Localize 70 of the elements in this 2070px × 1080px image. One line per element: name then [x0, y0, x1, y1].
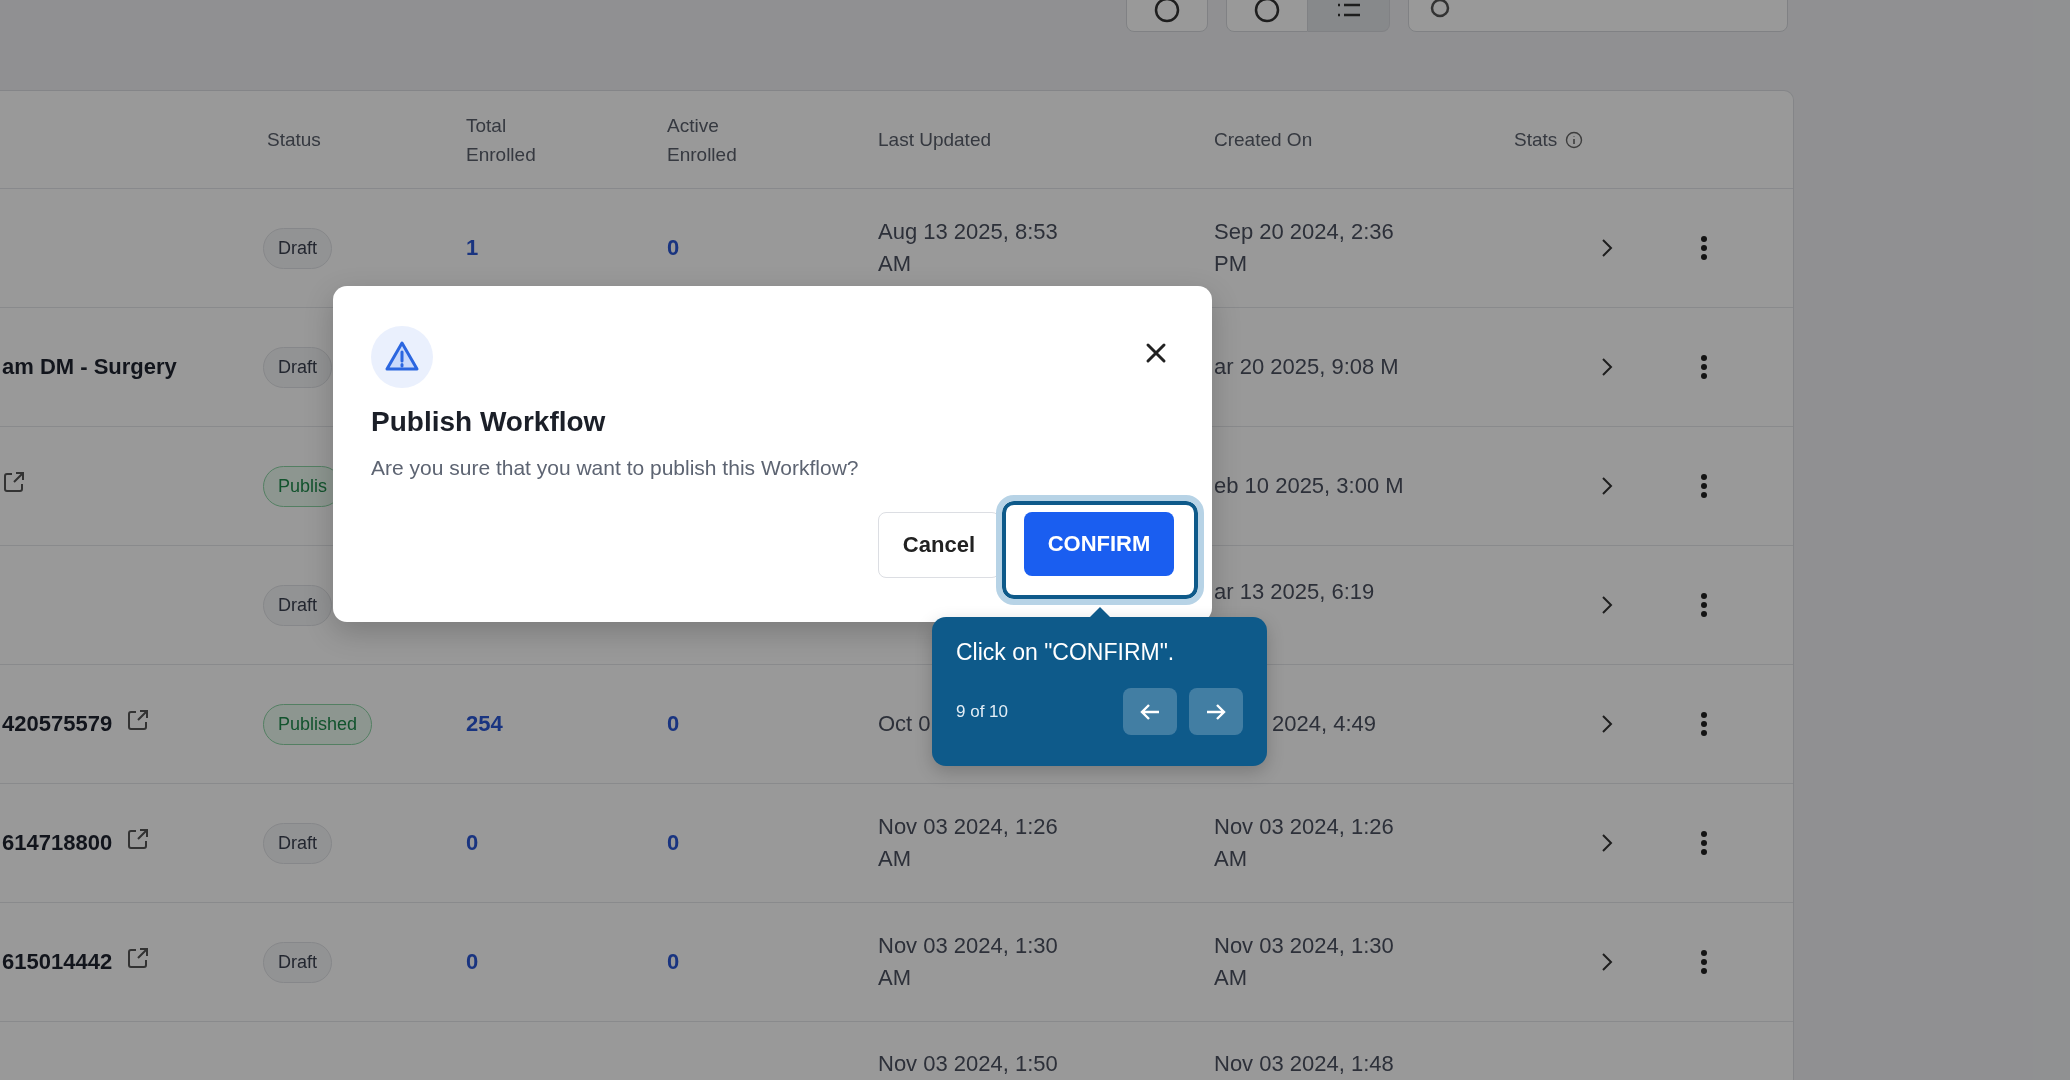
workflow-name: 420575579	[2, 711, 113, 737]
column-header: Last Updated	[878, 128, 992, 152]
last-updated-date: Nov 03 2024, 1:30 AM	[878, 932, 1059, 992]
column-header: Stats	[1514, 128, 1558, 152]
status-badge: Draft	[263, 584, 332, 626]
external-link-icon[interactable]	[126, 946, 151, 970]
chevron-right-icon[interactable]	[1600, 713, 1614, 735]
active-enrolled-count[interactable]: 0	[667, 235, 680, 261]
external-link-icon[interactable]	[126, 827, 151, 851]
more-options-icon[interactable]	[1700, 711, 1708, 737]
chevron-right-icon[interactable]	[1600, 237, 1614, 259]
status-badge: Draft	[263, 822, 332, 864]
more-options-icon[interactable]	[1700, 830, 1708, 856]
step-counter: 9 of 10	[956, 701, 1008, 722]
list-view-button[interactable]	[1308, 0, 1390, 32]
created-on-date: Nov 03 2024, 1:26 AM	[1214, 813, 1395, 873]
confirm-button[interactable]: CONFIRM	[1024, 512, 1174, 576]
status-badge: Draft	[263, 941, 332, 983]
chevron-right-icon[interactable]	[1600, 594, 1614, 616]
dialog-title: Publish Workflow	[371, 406, 607, 438]
created-on-date: ar 20 2025, 9:08 M	[1214, 353, 1399, 381]
previous-step-button[interactable]	[1123, 688, 1177, 735]
workflow-name: 614718800	[2, 830, 113, 856]
total-enrolled-count[interactable]: 254	[466, 711, 503, 737]
external-link-icon[interactable]	[2, 470, 26, 494]
active-enrolled-count[interactable]: 0	[667, 830, 680, 856]
created-on-date: eb 10 2025, 3:00 M	[1214, 472, 1404, 500]
last-updated-date: Nov 03 2024, 1:26 AM	[878, 813, 1059, 873]
status-badge: Draft	[263, 346, 332, 388]
close-icon[interactable]	[1144, 341, 1168, 365]
clock-view-button[interactable]	[1226, 0, 1308, 32]
arrow-left-icon	[1139, 701, 1161, 722]
workflow-name: 615014442	[2, 949, 113, 975]
chevron-right-icon[interactable]	[1600, 951, 1614, 973]
total-enrolled-count[interactable]: 0	[466, 949, 479, 975]
last-updated-date: Nov 03 2024, 1:50	[878, 1050, 1058, 1078]
column-header: Status	[267, 128, 321, 152]
total-enrolled-count[interactable]: 1	[466, 235, 479, 261]
column-header: Active Enrolled	[667, 113, 738, 167]
total-enrolled-count[interactable]: 0	[466, 830, 479, 856]
created-on-date: Nov 03 2024, 1:30 AM	[1214, 932, 1395, 992]
created-on-date: ar 13 2025, 6:19	[1214, 578, 1375, 606]
external-link-icon[interactable]	[126, 708, 151, 732]
chevron-right-icon[interactable]	[1600, 356, 1614, 378]
chevron-right-icon[interactable]	[1600, 832, 1614, 854]
more-options-icon[interactable]	[1700, 949, 1708, 975]
chevron-right-icon[interactable]	[1600, 475, 1614, 497]
created-on-date: 2024, 4:49	[1272, 710, 1376, 738]
active-enrolled-count[interactable]: 0	[667, 711, 680, 737]
status-badge: Published	[263, 703, 373, 745]
search-field[interactable]	[1408, 0, 1788, 32]
more-options-icon[interactable]	[1700, 354, 1708, 380]
next-step-button[interactable]	[1189, 688, 1243, 735]
workflow-name: am DM - Surgery	[2, 354, 177, 380]
more-options-icon[interactable]	[1700, 473, 1708, 499]
column-header: Created On	[1214, 128, 1313, 152]
column-header: Total Enrolled	[466, 113, 537, 167]
info-icon	[1565, 130, 1584, 149]
last-updated-date: Oct 0	[878, 710, 931, 738]
more-options-icon[interactable]	[1700, 592, 1708, 618]
refresh-button[interactable]	[1126, 0, 1208, 32]
tour-instruction: Click on "CONFIRM".	[956, 639, 1176, 666]
last-updated-date: Aug 13 2025, 8:53 AM	[878, 218, 1059, 278]
created-on-date: Nov 03 2024, 1:48	[1214, 1050, 1394, 1078]
more-options-icon[interactable]	[1700, 235, 1708, 261]
status-badge: Draft	[263, 227, 332, 269]
created-on-date: Sep 20 2024, 2:36 PM	[1214, 218, 1395, 278]
active-enrolled-count[interactable]: 0	[667, 949, 680, 975]
arrow-right-icon	[1205, 701, 1227, 722]
dialog-message: Are you sure that you want to publish this Workflow?	[371, 456, 860, 480]
